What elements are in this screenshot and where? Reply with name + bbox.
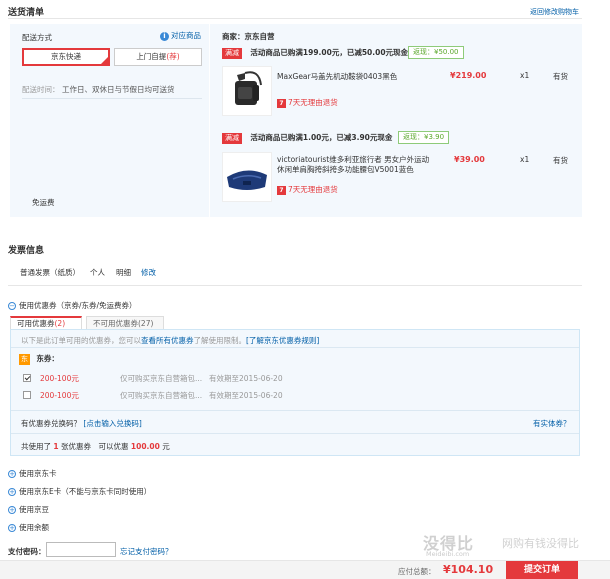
shipping-panel: 配送方式 i 对应商品 京东快递 上门自提(荐) 配送时间： 工作日、双休日与节假… — [10, 24, 582, 217]
divider — [11, 433, 579, 434]
return-note: 7 7天无理由退货 — [277, 97, 338, 108]
product-stock: 有货 — [553, 156, 568, 165]
invoice-detail: 明细 — [116, 268, 131, 277]
total-amount: ¥104.10 — [443, 563, 494, 576]
coupon-amount: 200-100元 — [40, 374, 79, 383]
product-price: ¥219.00 — [450, 71, 487, 80]
physical-coupon-link[interactable]: 有实体券？ — [533, 418, 571, 429]
total-label: 应付总额： — [398, 567, 436, 576]
related-items-link[interactable]: i 对应商品 — [160, 30, 201, 41]
dong-badge: 东 — [19, 353, 30, 365]
return-note: 7 7天无理由退货 — [277, 184, 338, 195]
product-name[interactable]: MaxGear马盖先机动鞍袋0403黑色 — [277, 71, 397, 82]
page-title: 送货清单 — [8, 8, 45, 18]
expand-icon: + — [8, 506, 16, 514]
divider — [8, 285, 582, 286]
invoice-type: 普通发票（纸质） — [20, 268, 80, 277]
product-price: ¥39.00 — [454, 155, 485, 164]
submit-order-button[interactable]: 提交订单 — [506, 561, 578, 579]
bag-icon — [235, 71, 262, 105]
coupon-valid: 有效期至2015-06-20 — [209, 374, 283, 383]
invoice-person: 个人 — [90, 268, 105, 277]
use-balance[interactable]: + 使用余额 — [8, 522, 49, 533]
back-to-cart-link[interactable]: 返回修改购物车 — [530, 7, 579, 17]
divider — [22, 98, 202, 99]
pickup-label: 上门自提 — [136, 52, 167, 61]
product-stock: 有货 — [553, 72, 568, 81]
invoice-edit-link[interactable]: 修改 — [141, 267, 156, 278]
free-shipping-label: 免运费 — [32, 198, 55, 207]
cashback-chip: 返现：¥50.00 — [408, 46, 464, 59]
seller-label: 商家：京东自营 — [222, 32, 275, 41]
selected-corner-icon — [101, 57, 108, 64]
coupon-panel: 以下是此订单可用的优惠券，您可以查看所有优惠券了解使用限制。[了解京东优惠券规则… — [10, 329, 580, 456]
tab-available-coupons[interactable]: 可用优惠券(2) — [10, 316, 82, 330]
coupon-rules-link[interactable]: [了解京东优惠券规则] — [246, 336, 319, 345]
divider — [11, 410, 579, 411]
tab-unavailable-coupons[interactable]: 不可用优惠券(27) — [86, 316, 164, 330]
coupon-valid: 有效期至2015-06-20 — [209, 391, 283, 400]
delivery-time-value: 工作日、双休日与节假日均可送货 — [62, 85, 175, 94]
coupon-desc: 仅可购买京东自营箱包... — [120, 374, 203, 383]
delivery-time-label: 配送时间： — [22, 85, 60, 94]
expand-icon: + — [8, 488, 16, 496]
invoice-title: 发票信息 — [8, 246, 45, 256]
coupon-row[interactable]: 200-100元 仅可购买京东自营箱包... 有效期至2015-06-20 — [23, 390, 563, 400]
enter-code-link[interactable]: [点击输入兑换码] — [83, 419, 141, 428]
view-all-coupons-link[interactable]: 查看所有优惠券 — [141, 336, 194, 345]
expand-icon: + — [8, 524, 16, 532]
coupon-row[interactable]: 200-100元 仅可购买京东自营箱包... 有效期至2015-06-20 — [23, 373, 563, 383]
jd-express-option[interactable]: 京东快递 — [22, 48, 110, 66]
promo-row: 满减 活动商品已购满199.00元，已减50.00元现金 — [222, 47, 408, 59]
seven-day-icon: 7 — [277, 98, 286, 108]
promo-tag: 满减 — [222, 133, 242, 144]
recommend-badge: (荐) — [166, 52, 180, 61]
seven-day-icon: 7 — [277, 185, 286, 195]
coupon-amount: 200-100元 — [40, 391, 79, 400]
promo-tag: 满减 — [222, 48, 242, 59]
promo-row: 满减 活动商品已购满1.00元，已减3.90元现金 — [222, 132, 392, 144]
shipping-method-section: 配送方式 i 对应商品 京东快递 上门自提(荐) 配送时间： 工作日、双休日与节假… — [10, 24, 210, 217]
coupon-desc: 仅可购买京东自营箱包... — [120, 391, 203, 400]
pay-password-input[interactable] — [46, 542, 116, 557]
dong-coupon-header: 东 东券： — [19, 353, 59, 365]
promo-text: 活动商品已购满199.00元，已减50.00元现金 — [250, 48, 409, 57]
use-jd-card[interactable]: + 使用京东卡 — [8, 468, 57, 479]
product-qty: x1 — [520, 71, 530, 80]
use-jd-beans[interactable]: + 使用京豆 — [8, 504, 49, 515]
cashback-chip: 返现：¥3.90 — [398, 131, 450, 144]
watermark-url: Meideibi.com — [426, 550, 470, 558]
coupon-checkbox[interactable] — [23, 374, 31, 382]
coupon-checkbox[interactable] — [23, 391, 31, 399]
watermark-slogan: 网购有钱没得比 — [502, 537, 579, 550]
waist-bag-icon — [227, 170, 267, 190]
info-icon: i — [160, 31, 169, 41]
divider — [8, 18, 582, 19]
coupon-summary: 共使用了 1 张优惠券 可以优惠 100.00 元 — [21, 442, 170, 451]
jd-express-label: 京东快递 — [51, 52, 81, 61]
coupon-intro: 以下是此订单可用的优惠券，您可以查看所有优惠券了解使用限制。[了解京东优惠券规则… — [21, 336, 320, 345]
divider — [11, 347, 579, 348]
shipping-label: 配送方式 — [22, 33, 52, 42]
promo-text: 活动商品已购满1.00元，已减3.90元现金 — [250, 133, 393, 142]
product-qty: x1 — [520, 155, 530, 164]
expand-icon: + — [8, 470, 16, 478]
product-name[interactable]: victoriatourist维多利亚旅行者 男女户外运动 休闲单肩胸挎斜挎多功… — [277, 155, 429, 175]
product-image[interactable] — [222, 66, 272, 116]
use-jd-ecard[interactable]: + 使用京东E卡（不能与京东卡同时使用） — [8, 486, 151, 497]
redeem-code-row: 有优惠券兑换码？ [点击输入兑换码] — [21, 419, 142, 428]
dong-label: 东券： — [36, 354, 59, 363]
product-image[interactable] — [222, 152, 272, 202]
coupon-toggle[interactable]: − 使用优惠券（京券/东券/免运费券） — [8, 300, 137, 311]
forgot-password-link[interactable]: 忘记支付密码？ — [120, 546, 173, 557]
related-items-label: 对应商品 — [171, 31, 201, 40]
collapse-icon: − — [8, 302, 16, 310]
pay-password-label: 支付密码： — [8, 547, 46, 556]
pickup-option[interactable]: 上门自提(荐) — [114, 48, 202, 66]
